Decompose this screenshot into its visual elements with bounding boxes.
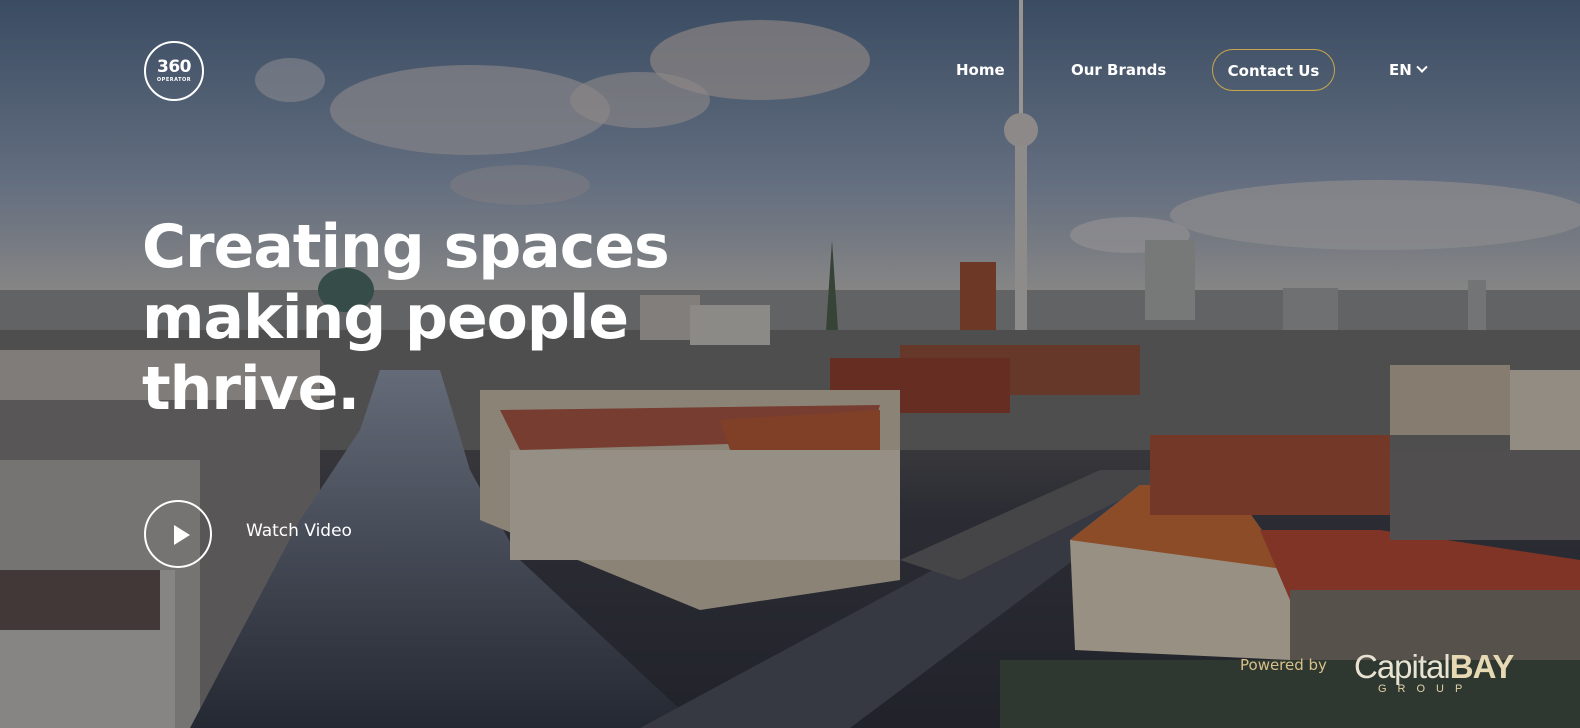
main-navigation: Home Our Brands Contact Us EN <box>0 49 1580 91</box>
language-selector[interactable]: EN <box>1389 49 1428 91</box>
contact-us-button[interactable]: Contact Us <box>1212 49 1335 91</box>
watch-video-link[interactable]: Watch Video <box>246 521 352 541</box>
nav-home-link[interactable]: Home <box>956 49 1005 91</box>
language-label: EN <box>1389 61 1412 79</box>
chevron-down-icon <box>1416 61 1428 73</box>
logo-bay-text: BAY <box>1449 648 1515 685</box>
play-icon <box>174 525 190 545</box>
headline-line-2: making people <box>142 283 629 353</box>
headline-line-3: thrive. <box>142 354 360 424</box>
logo-capital-text: Capital <box>1354 648 1451 685</box>
play-video-button[interactable] <box>144 500 212 568</box>
headline-line-1: Creating spaces <box>142 212 670 282</box>
hero-headline: Creating spaces making people thrive. <box>142 212 670 425</box>
capital-bay-logo: CapitalBAY <box>1354 648 1515 686</box>
hero-section: 360 OPERATOR Home Our Brands Contact Us … <box>0 0 1580 728</box>
powered-by-label: Powered by <box>1240 656 1327 674</box>
logo-group-text: GROUP <box>1378 683 1474 695</box>
nav-our-brands-link[interactable]: Our Brands <box>1071 49 1166 91</box>
